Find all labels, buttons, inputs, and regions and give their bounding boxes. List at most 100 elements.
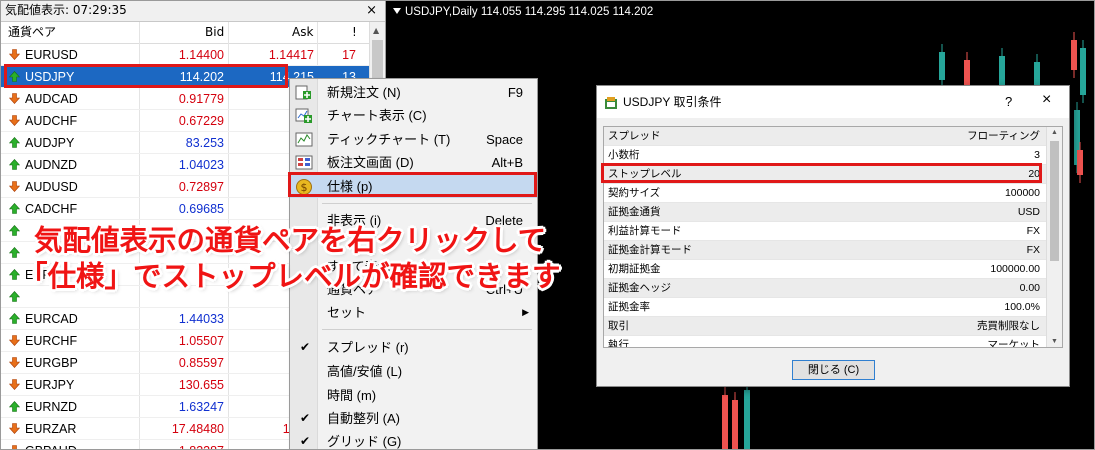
symbol-name: AUDUSD — [25, 180, 78, 194]
property-key: 証拠金通貨 — [608, 206, 661, 218]
property-key: 初期証拠金 — [608, 263, 661, 275]
annotation-line-1: 気配値表示の通貨ペアを右クリックして — [34, 224, 547, 257]
menu-item[interactable]: ✔ グリッド (G) — [290, 430, 537, 450]
arrow-up-icon — [9, 137, 20, 148]
column-header-ask[interactable]: Ask — [292, 22, 313, 43]
symbol-properties-dialog: USDJPY 取引条件 ? × スプレッド フローティング 小数桁 3 ストップレベル 2… — [596, 85, 1070, 387]
property-key: 取引 — [608, 320, 629, 332]
menu-item-label: 板注文画面 (D) — [327, 155, 414, 170]
property-value: USD — [1017, 206, 1040, 218]
property-row: 取引 売買制限なし — [604, 317, 1062, 336]
bid-price: 0.91779 — [178, 92, 224, 106]
bid-price: 0.72897 — [178, 180, 224, 194]
column-header-bid[interactable]: Bid — [205, 22, 224, 43]
menu-item[interactable]: セット ▶ — [290, 301, 537, 324]
property-value: 0.00 — [1019, 282, 1040, 294]
candle-body — [939, 52, 945, 80]
scroll-up-icon[interactable]: ▲ — [373, 26, 379, 35]
menu-item[interactable]: 新規注文 (N) F9 — [290, 81, 537, 104]
symbol-name: AUDCAD — [25, 92, 78, 106]
arrow-up-icon — [9, 159, 20, 170]
menu-item[interactable]: 板注文画面 (D) Alt+B — [290, 151, 537, 174]
arrow-down-icon — [9, 379, 20, 390]
bid-price: 0.67229 — [178, 114, 224, 128]
symbol-name: EURZAR — [25, 422, 77, 436]
property-value: FX — [1026, 225, 1040, 237]
bid-price: 1.63247 — [178, 400, 224, 414]
menu-item-label: 時間 (m) — [327, 388, 377, 403]
menu-item[interactable]: ティックチャート (T) Space — [290, 128, 537, 151]
menu-item-shortcut: F9 — [507, 85, 523, 100]
ask-price: 1.14417 — [268, 48, 314, 62]
market-watch-header: 通貨ペア Bid Ask ! — [0, 22, 370, 44]
property-key: 証拠金率 — [608, 301, 650, 313]
candle-body — [732, 400, 738, 450]
property-value: フローティング — [967, 130, 1040, 142]
column-header-spread[interactable]: ! — [352, 22, 357, 43]
property-key: 執行 — [608, 339, 629, 348]
property-row: 初期証拠金 100000.00 — [604, 260, 1062, 279]
symbol-name: AUDJPY — [25, 136, 75, 150]
chart-dropdown-icon[interactable] — [393, 8, 401, 14]
candle-body — [1071, 40, 1077, 70]
arrow-down-icon — [9, 335, 20, 346]
scroll-up-icon[interactable]: ▲ — [1051, 129, 1058, 136]
close-icon[interactable]: × — [366, 0, 377, 21]
close-icon[interactable]: × — [1042, 91, 1051, 109]
symbol-row[interactable]: EURUSD 1.14400 1.14417 17 — [0, 44, 370, 66]
symbol-name: AUDNZD — [25, 158, 78, 172]
menu-item-shortcut: Alt+B — [491, 155, 523, 170]
menu-item[interactable]: 高値/安値 (L) — [290, 360, 537, 383]
property-value: 100000.00 — [990, 263, 1040, 275]
scroll-down-icon[interactable]: ▼ — [1051, 338, 1058, 345]
property-key: スプレッド — [608, 130, 661, 142]
symbol-name: EURNZD — [25, 400, 78, 414]
stop-level-highlight-box — [601, 163, 1042, 183]
symbol-name: EURJPY — [25, 378, 75, 392]
property-row: 契約サイズ 100000 — [604, 184, 1062, 203]
help-icon[interactable]: ? — [1005, 94, 1012, 109]
property-rows: スプレッド フローティング 小数桁 3 ストップレベル 20 契約サイズ 100000 証拠金通… — [604, 127, 1062, 348]
property-row: スプレッド フローティング — [604, 127, 1062, 146]
property-value: マーケット — [987, 339, 1041, 348]
chart-window-icon — [295, 108, 312, 123]
property-row: 証拠金率 100.0% — [604, 298, 1062, 317]
menu-item-label: ティックチャート (T) — [327, 132, 451, 147]
checkmark-icon: ✔ — [300, 411, 311, 425]
bid-price: 83.253 — [185, 136, 224, 150]
symbol-name: EURUSD — [25, 48, 78, 62]
menu-item[interactable]: ✔ スプレッド (r) — [290, 336, 537, 359]
scrollbar-thumb[interactable] — [1050, 141, 1059, 261]
bid-price: 130.655 — [178, 378, 224, 392]
arrow-down-icon — [9, 49, 20, 60]
property-row: 証拠金計算モード FX — [604, 241, 1062, 260]
menu-separator — [322, 203, 532, 204]
property-key: 証拠金ヘッジ — [608, 282, 671, 294]
bid-price: 1.44033 — [178, 312, 224, 326]
menu-item-shortcut: Space — [486, 132, 523, 147]
property-key: 契約サイズ — [608, 187, 661, 199]
property-value: 売買制限なし — [977, 320, 1040, 332]
candle-body — [1077, 150, 1083, 175]
chart-title-text: USDJPY,Daily 114.055 114.295 114.025 114… — [405, 6, 654, 18]
bid-price: 0.85597 — [178, 356, 224, 370]
arrow-up-icon — [9, 203, 20, 214]
arrow-down-icon — [9, 115, 20, 126]
arrow-down-icon — [9, 445, 20, 450]
checkmark-icon: ✔ — [300, 340, 311, 354]
column-header-symbol[interactable]: 通貨ペア — [8, 22, 56, 43]
properties-scrollbar[interactable]: ▲ ▼ — [1046, 127, 1062, 347]
menu-item-label: セット — [327, 305, 367, 320]
menu-item[interactable]: チャート表示 (C) — [290, 104, 537, 127]
menu-item-label: チャート表示 (C) — [327, 108, 427, 123]
candle-body — [999, 56, 1005, 86]
menu-item[interactable]: ✔ 自動整列 (A) — [290, 407, 537, 430]
close-button[interactable]: 閉じる (C) — [792, 360, 875, 380]
bid-price: 1.05507 — [178, 334, 224, 348]
property-key: 利益計算モード — [608, 225, 682, 237]
menu-item[interactable]: 時間 (m) — [290, 384, 537, 407]
property-value: 100000 — [1004, 187, 1040, 199]
candle-body — [744, 390, 750, 450]
symbol-name: CADCHF — [25, 202, 78, 216]
specification-highlight-box — [288, 172, 537, 197]
